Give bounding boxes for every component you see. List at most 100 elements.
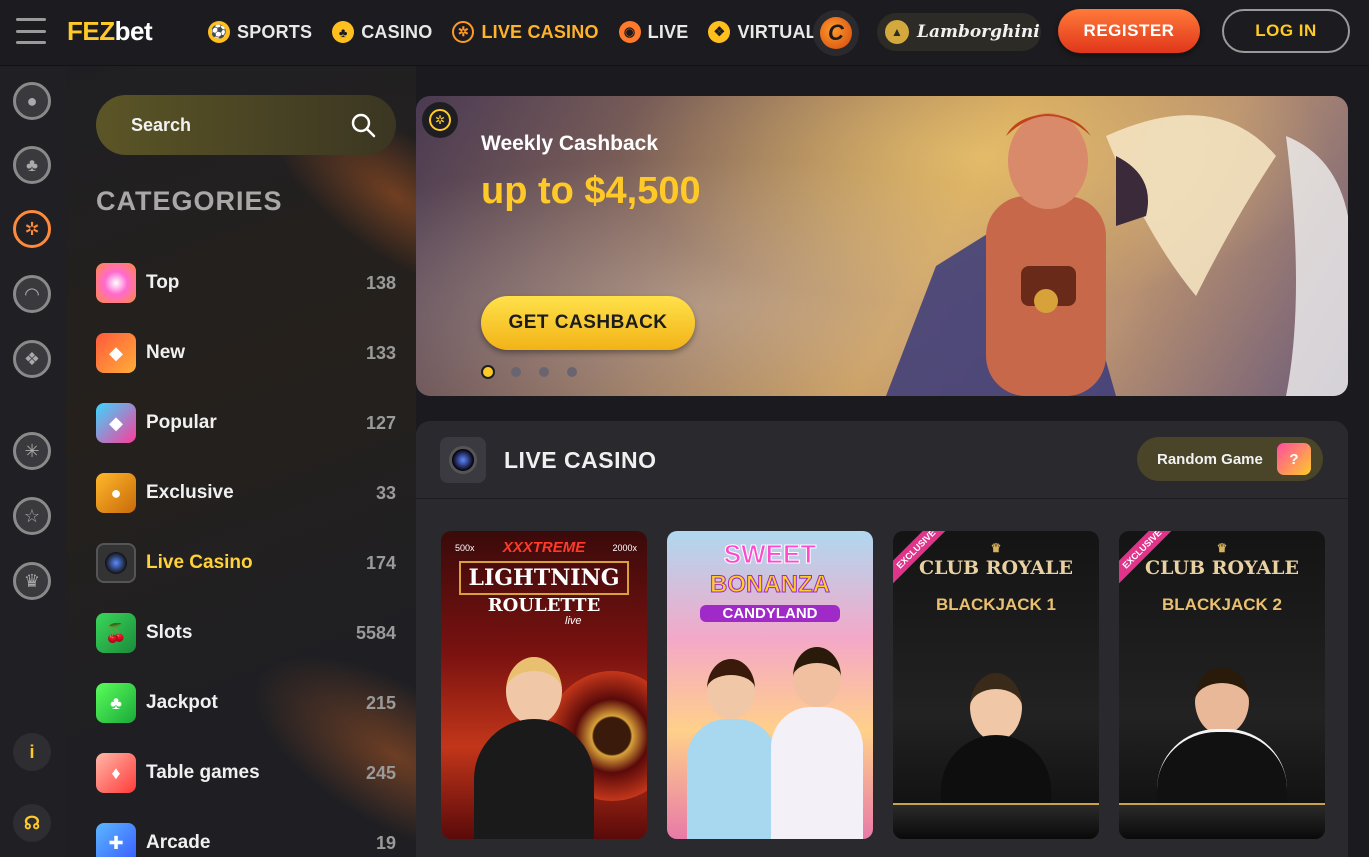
category-arcade[interactable]: ✚ Arcade 19: [96, 808, 396, 857]
category-count: 33: [375, 482, 396, 503]
category-label: Jackpot: [146, 692, 218, 713]
live-signal-icon: ◉: [618, 21, 641, 43]
game-title-mid: BLACKJACK 1: [936, 595, 1056, 614]
category-count: 127: [365, 412, 396, 433]
club-suit-icon[interactable]: ♣: [13, 146, 51, 184]
logo[interactable]: FEZbet: [67, 16, 153, 47]
star-icon[interactable]: ☆: [13, 497, 51, 535]
carousel-dot[interactable]: [539, 367, 549, 377]
club-suit-icon: ♣: [332, 21, 355, 43]
banner-subtitle: Weekly Cashback: [481, 132, 659, 155]
info-icon[interactable]: i: [13, 733, 51, 771]
nav-live[interactable]: ◉ LIVE: [618, 21, 689, 43]
blackjack-table: [1119, 803, 1325, 839]
game-card-lightning-roulette[interactable]: XXXTREME 500x 2000x LIGHTNING ROULETTE l…: [441, 531, 647, 839]
tournament-icon[interactable]: ✳: [13, 432, 51, 470]
category-top[interactable]: Top 138: [96, 248, 396, 318]
carousel-dot[interactable]: [483, 367, 493, 377]
random-game-label: Random Game: [1157, 450, 1263, 468]
blackjack-table: [893, 803, 1099, 839]
section-header: LIVE CASINO Random Game ?: [416, 421, 1348, 499]
game-title-bottom: CANDYLAND: [700, 605, 840, 622]
category-new[interactable]: ◆ New 133: [96, 318, 396, 388]
game-card-club-royale-blackjack-1[interactable]: EXCLUSIVE ♛ CLUB ROYALE BLACKJACK 1: [893, 531, 1099, 839]
logo-part-bet: bet: [114, 16, 153, 46]
nav-label: SPORTS: [237, 21, 313, 42]
game-title-mid: BLACKJACK 2: [1162, 595, 1282, 614]
promo-banner[interactable]: ✲ Weekly Cashback up to $4,500 GET CASHB…: [416, 96, 1348, 396]
hero-illustration: [886, 113, 1348, 396]
game-title-top: CLUB ROYALE: [919, 557, 1073, 579]
menu-icon[interactable]: [16, 18, 46, 44]
arcade-icon: ✚: [96, 823, 136, 857]
category-count: 245: [365, 762, 396, 783]
register-button[interactable]: REGISTER: [1058, 9, 1200, 53]
category-label: Live Casino: [146, 552, 253, 573]
popular-icon: ◆: [96, 403, 136, 443]
category-jackpot[interactable]: ♣ Jackpot 215: [96, 668, 396, 738]
category-list: Top 138 ◆ New 133 ◆ Popular 127 ● Exclus…: [96, 248, 396, 857]
support-headset-icon[interactable]: ☊: [13, 804, 51, 842]
game-title-bottom: ROULETTE: [487, 595, 601, 616]
nav-casino[interactable]: ♣ CASINO: [332, 21, 432, 43]
random-game-button[interactable]: Random Game ?: [1137, 437, 1323, 481]
virtual-sports-icon: ❖: [708, 21, 731, 43]
category-label: Exclusive: [146, 482, 234, 503]
login-button[interactable]: LOG IN: [1222, 9, 1350, 53]
lamborghini-shield-icon: ▲: [885, 20, 909, 44]
multiplier-right: 2000x: [612, 543, 637, 553]
game-title-top: CLUB ROYALE: [1145, 557, 1299, 579]
roulette-wheel-icon: ✲: [452, 21, 475, 43]
game-card-sweet-bonanza-candyland[interactable]: SWEET BONANZA CANDYLAND: [667, 531, 873, 839]
live-casino-icon: [96, 543, 136, 583]
game-title-mid: BONANZA: [710, 571, 831, 599]
nav-sports[interactable]: ⚽ SPORTS: [208, 21, 312, 43]
game-title-top: SWEET: [723, 539, 817, 570]
game-tag: live: [565, 615, 582, 627]
main-nav: ⚽ SPORTS ♣ CASINO ✲ LIVE CASINO ◉ LIVE ❖…: [208, 18, 829, 46]
nav-live-casino[interactable]: ✲ LIVE CASINO: [452, 21, 598, 43]
virtual-sports-icon[interactable]: ❖: [13, 340, 51, 378]
lamborghini-promo[interactable]: ▲ Lamborghini: [877, 13, 1041, 51]
category-slots[interactable]: 🍒 Slots 5584: [96, 598, 396, 668]
roulette-wheel-icon[interactable]: ✲: [13, 210, 51, 248]
category-panel: Search CATEGORIES Top 138 ◆ New 133 ◆ Po…: [66, 66, 416, 857]
soccer-ball-icon[interactable]: ●: [13, 82, 51, 120]
exclusive-icon: ●: [96, 473, 136, 513]
search-placeholder: Search: [131, 114, 192, 135]
left-rail: ● ♣ ✲ ◠ ❖ ✳ ☆ ♛ i ☊: [0, 66, 66, 857]
search-icon[interactable]: [350, 112, 376, 138]
promo-c-icon[interactable]: C: [813, 10, 859, 56]
category-popular[interactable]: ◆ Popular 127: [96, 388, 396, 458]
dealer-illustration: [473, 657, 594, 839]
category-count: 174: [365, 552, 396, 573]
carousel-dot[interactable]: [567, 367, 577, 377]
category-count: 5584: [355, 622, 396, 643]
host-illustration: [771, 647, 863, 839]
category-label: Table games: [146, 762, 260, 783]
category-label: Top: [146, 272, 180, 293]
category-label: Popular: [146, 412, 217, 433]
category-count: 215: [365, 692, 396, 713]
table-games-icon: ♦: [96, 753, 136, 793]
section-title: LIVE CASINO: [504, 447, 657, 473]
nav-virtuals[interactable]: ❖ VIRTUALS: [708, 21, 829, 43]
category-table-games[interactable]: ♦ Table games 245: [96, 738, 396, 808]
top-bar: FEZbet ⚽ SPORTS ♣ CASINO ✲ LIVE CASINO ◉…: [0, 0, 1369, 66]
category-exclusive[interactable]: ● Exclusive 33: [96, 458, 396, 528]
categories-heading: CATEGORIES: [96, 186, 283, 216]
carousel-dot[interactable]: [511, 367, 521, 377]
partner-name: Lamborghini: [917, 22, 1040, 42]
dice-icon: ?: [1277, 443, 1311, 475]
game-card-club-royale-blackjack-2[interactable]: EXCLUSIVE ♛ CLUB ROYALE BLACKJACK 2: [1119, 531, 1325, 839]
category-live-casino[interactable]: Live Casino 174: [96, 528, 396, 598]
search-input[interactable]: Search: [96, 95, 396, 155]
get-cashback-button[interactable]: GET CASHBACK: [481, 296, 695, 350]
live-signal-icon[interactable]: ◠: [13, 275, 51, 313]
multiplier-left: 500x: [455, 543, 475, 553]
slots-icon: 🍒: [96, 613, 136, 653]
trophy-icon[interactable]: ♛: [13, 562, 51, 600]
host-illustration: [687, 659, 777, 839]
crown-icon: ♛: [990, 541, 1002, 555]
category-count: 133: [365, 342, 396, 363]
